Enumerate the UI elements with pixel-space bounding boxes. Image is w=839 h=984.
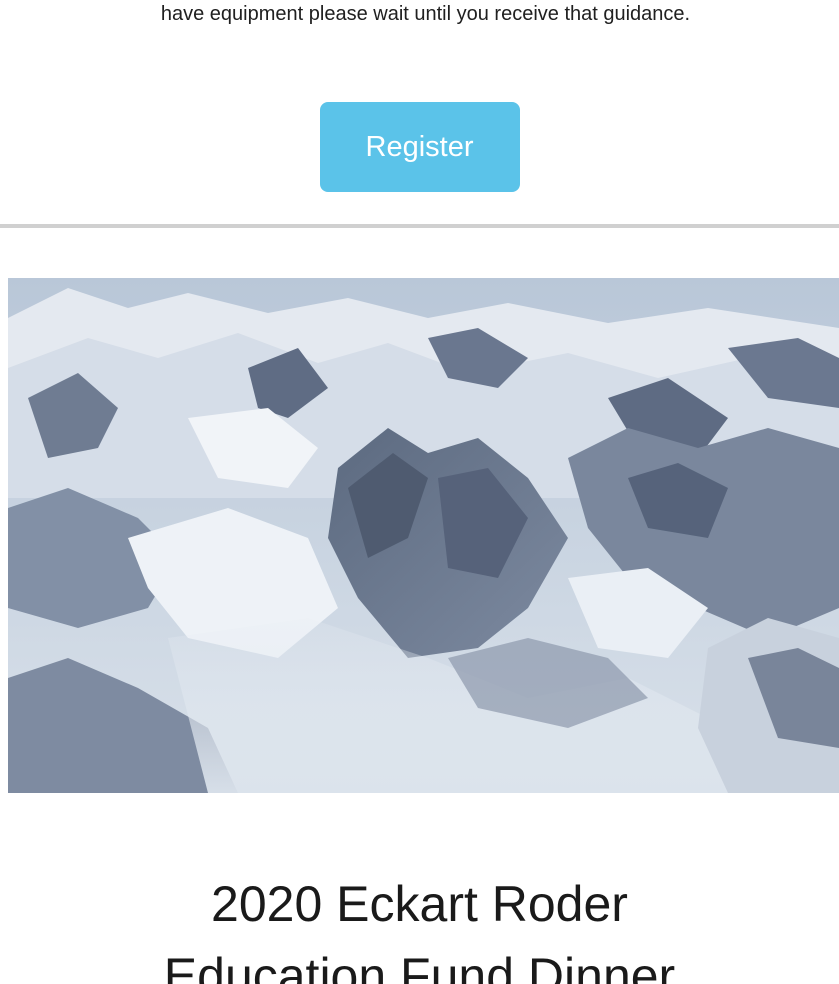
register-button[interactable]: Register (319, 102, 520, 192)
event-title-line-2: Education Fund Dinner (163, 948, 676, 984)
register-container: Register (0, 102, 839, 192)
event-title: 2020 Eckart Roder Education Fund Dinner (0, 868, 839, 984)
intro-text: have equipment please wait until you rec… (160, 3, 691, 25)
page: have equipment please wait until you rec… (0, 0, 839, 984)
mountain-landscape-image (8, 278, 839, 793)
event-title-line-1: 2020 Eckart Roder (211, 876, 628, 932)
hero-image (8, 278, 839, 793)
section-divider (0, 224, 839, 228)
